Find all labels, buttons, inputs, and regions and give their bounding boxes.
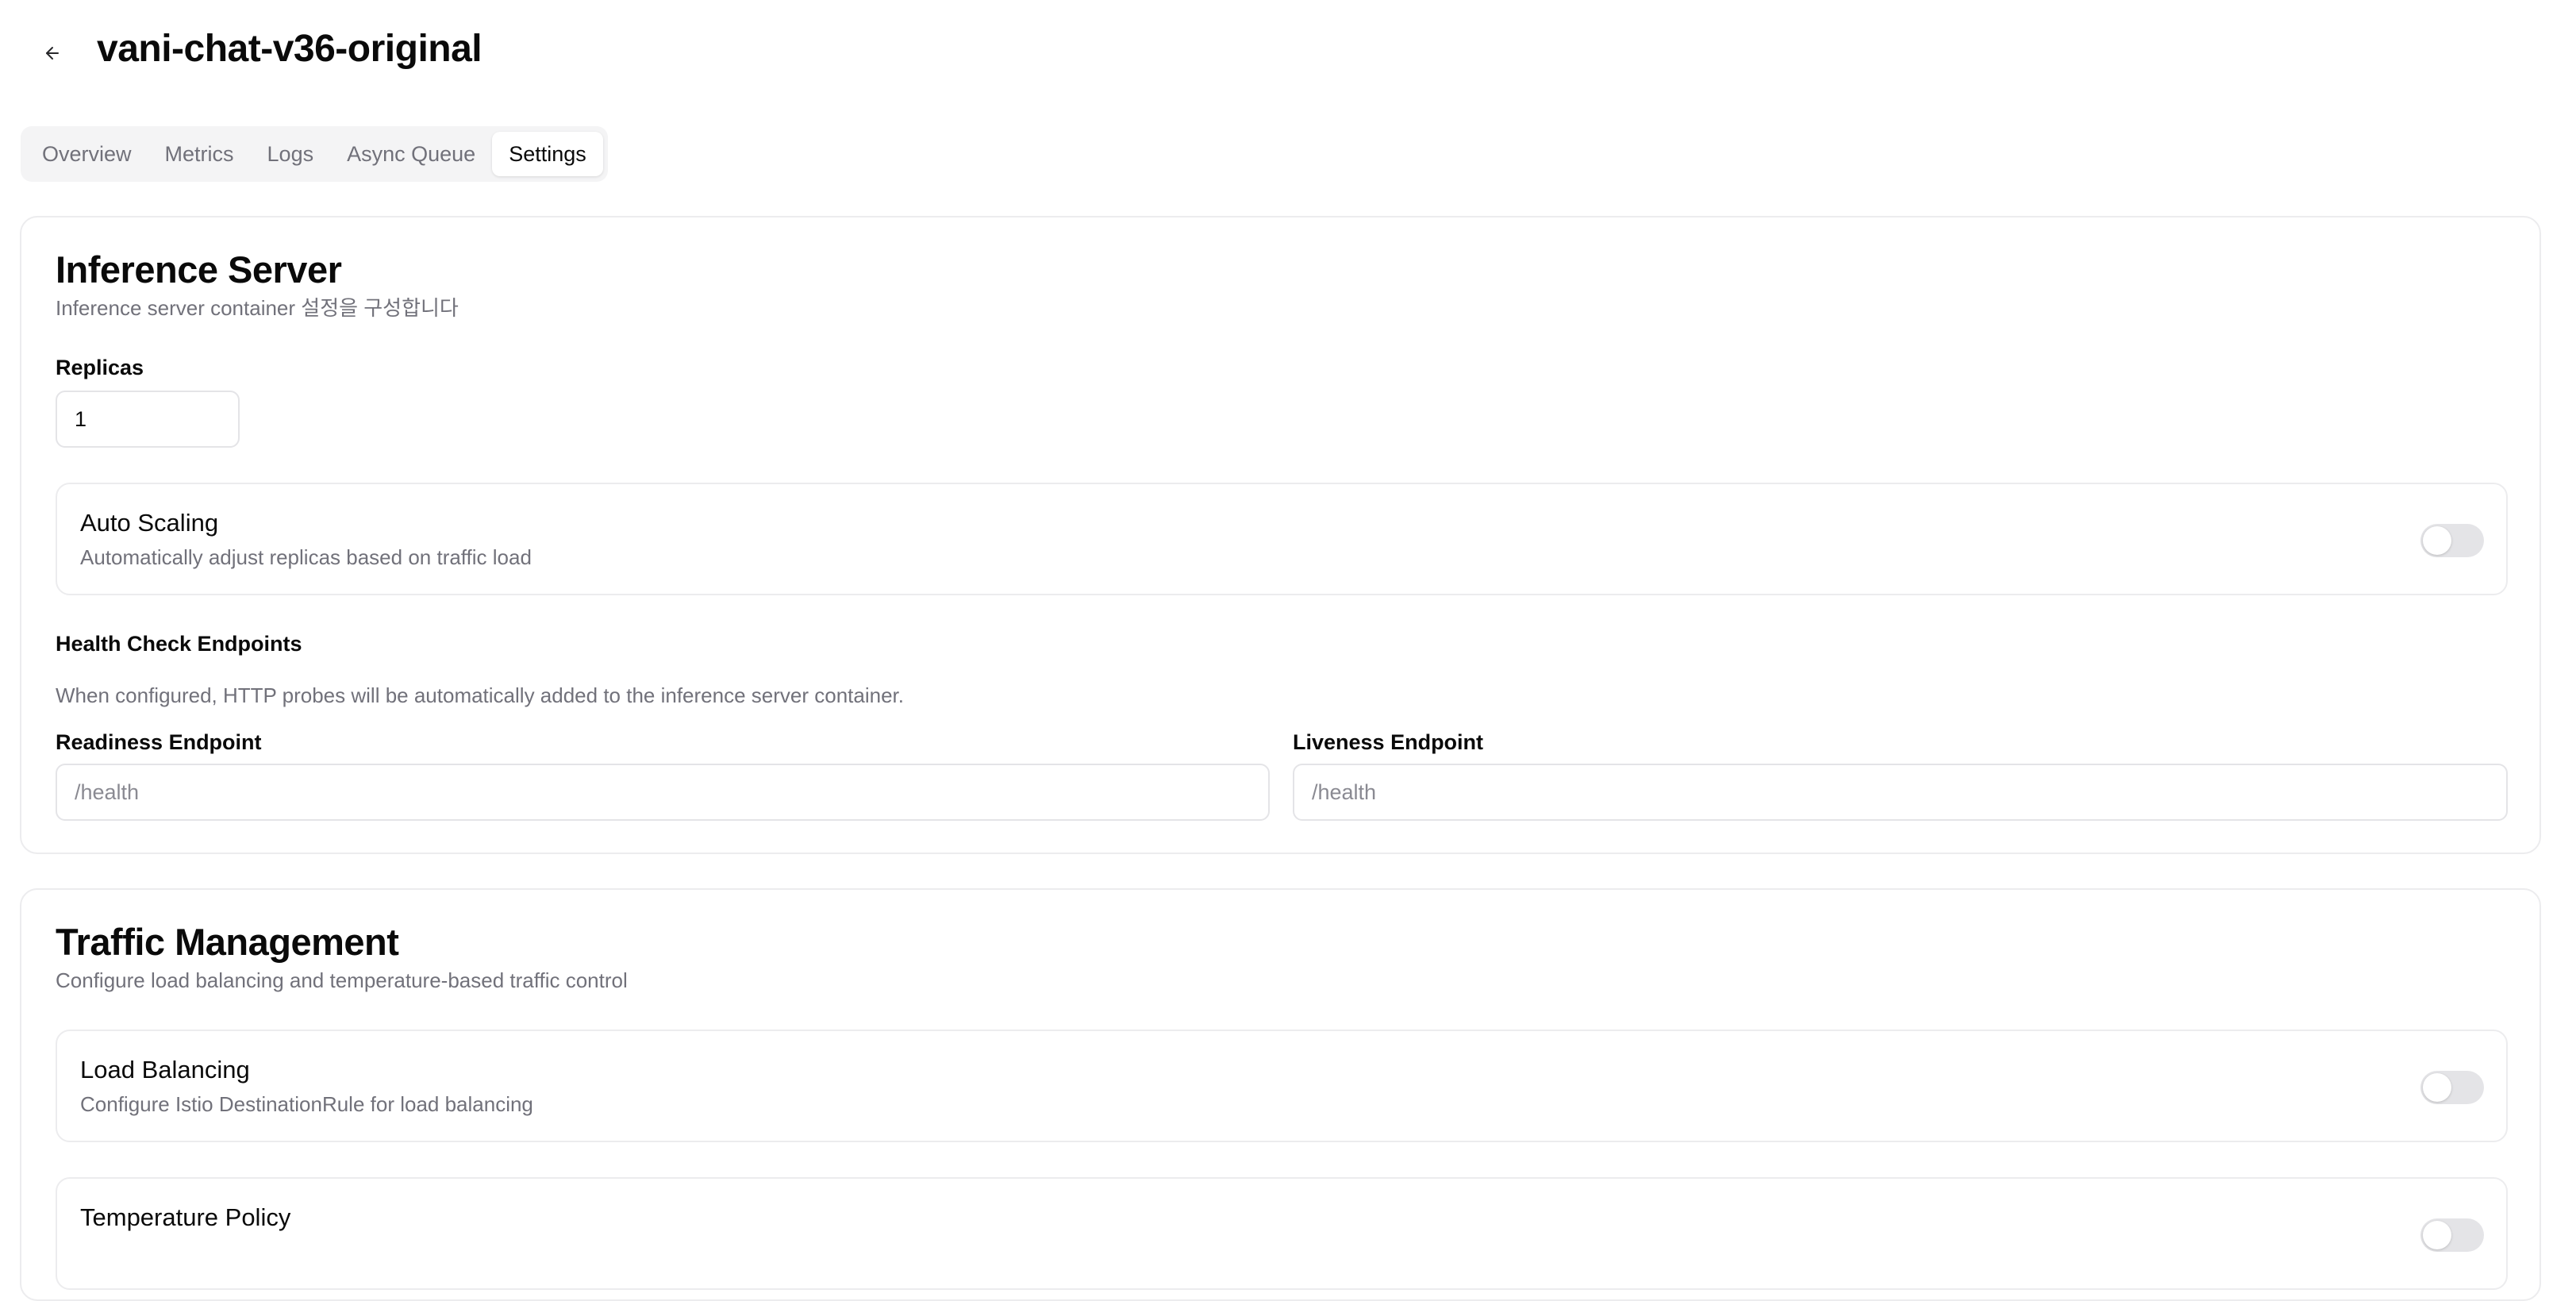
health-check-description: When configured, HTTP probes will be aut… <box>56 683 904 707</box>
auto-scaling-description: Automatically adjust replicas based on t… <box>80 545 532 569</box>
temperature-policy-toggle[interactable] <box>2420 1218 2484 1252</box>
auto-scaling-row: Auto Scaling Automatically adjust replic… <box>56 483 2508 595</box>
load-balancing-description: Configure Istio DestinationRule for load… <box>80 1092 533 1116</box>
health-check-label: Health Check Endpoints <box>56 632 302 656</box>
auto-scaling-toggle[interactable] <box>2420 524 2484 557</box>
toggle-knob <box>2423 1073 2451 1102</box>
replicas-input[interactable] <box>56 391 240 448</box>
traffic-management-description: Configure load balancing and temperature… <box>56 968 628 992</box>
load-balancing-toggle[interactable] <box>2420 1071 2484 1104</box>
tab-async-queue[interactable]: Async Queue <box>330 132 492 176</box>
traffic-management-card: Traffic Management Configure load balanc… <box>20 888 2541 1301</box>
auto-scaling-title: Auto Scaling <box>80 509 219 537</box>
temperature-policy-title: Temperature Policy <box>80 1203 291 1231</box>
back-button[interactable] <box>40 40 65 66</box>
readiness-endpoint-input[interactable] <box>56 764 1270 821</box>
inference-server-title: Inference Server <box>56 248 342 291</box>
toggle-knob <box>2423 1221 2451 1249</box>
temperature-policy-row: Temperature Policy <box>56 1177 2508 1290</box>
inference-server-description: Inference server container 설정을 구성합니다 <box>56 296 459 320</box>
tab-settings[interactable]: Settings <box>492 132 603 176</box>
tab-metrics[interactable]: Metrics <box>148 132 251 176</box>
tab-overview[interactable]: Overview <box>25 132 148 176</box>
liveness-endpoint-input[interactable] <box>1293 764 2508 821</box>
load-balancing-row: Load Balancing Configure Istio Destinati… <box>56 1030 2508 1142</box>
traffic-management-title: Traffic Management <box>56 921 399 963</box>
readiness-endpoint-label: Readiness Endpoint <box>56 730 262 754</box>
load-balancing-title: Load Balancing <box>80 1056 250 1084</box>
page-header: vani-chat-v36-original <box>40 24 483 75</box>
page-title: vani-chat-v36-original <box>97 28 483 70</box>
tab-bar: Overview Metrics Logs Async Queue Settin… <box>21 126 608 182</box>
toggle-knob <box>2423 526 2451 555</box>
tab-logs[interactable]: Logs <box>251 132 331 176</box>
replicas-label: Replicas <box>56 356 144 379</box>
liveness-endpoint-label: Liveness Endpoint <box>1293 730 1484 754</box>
arrow-left-icon <box>46 47 59 60</box>
inference-server-card: Inference Server Inference server contai… <box>20 216 2541 854</box>
